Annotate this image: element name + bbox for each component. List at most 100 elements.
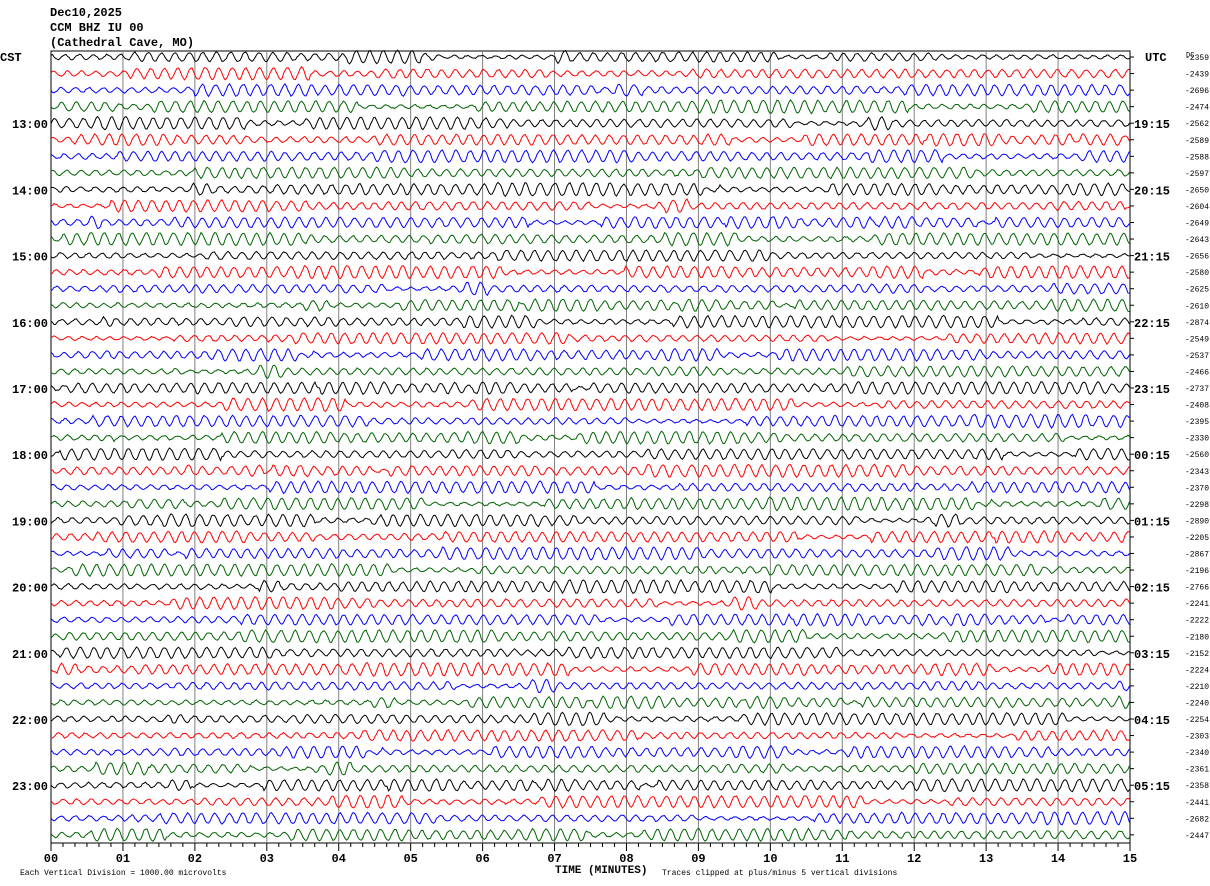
grid <box>50 50 1131 844</box>
traces <box>50 49 1130 842</box>
utc-time-label: 05:15 <box>1134 780 1170 794</box>
trace-row-20 <box>50 380 1130 396</box>
dc-offset-label: -2580 <box>1185 269 1209 278</box>
trace-row-28 <box>50 513 1130 528</box>
trace-row-36 <box>50 646 1130 660</box>
utc-time-label: 04:15 <box>1134 714 1170 728</box>
trace-row-12 <box>50 249 1130 263</box>
trace-row-41 <box>50 728 1130 743</box>
trace-row-8 <box>50 181 1130 198</box>
scale-note: Each Vertical Division = 1000.00 microvo… <box>20 869 227 878</box>
x-tick-label: 11 <box>835 852 849 866</box>
dc-offset-label: -2447 <box>1185 832 1209 841</box>
trace-row-23 <box>50 430 1130 445</box>
trace-row-31 <box>50 563 1130 578</box>
trace-row-16 <box>50 314 1130 330</box>
dc-offset-label: -2560 <box>1185 451 1209 460</box>
trace-row-34 <box>50 612 1130 627</box>
cst-axis-title: CST <box>0 51 22 65</box>
x-tick-label: 07 <box>547 852 561 866</box>
dc-offset-label: -2240 <box>1185 699 1209 708</box>
clip-note: Traces clipped at plus/minus 5 vertical … <box>662 869 897 878</box>
utc-time-label: 02:15 <box>1134 582 1170 596</box>
x-tick-label: 15 <box>1123 852 1137 866</box>
dc-offset-label: -2874 <box>1185 319 1209 328</box>
dc-offset-label: -2222 <box>1185 617 1209 626</box>
x-tick-label: 12 <box>907 852 921 866</box>
trace-row-27 <box>50 496 1130 512</box>
dc-offset-label: -2737 <box>1185 385 1209 394</box>
cst-time-label: 13:00 <box>12 118 48 132</box>
dc-offset-label: -2466 <box>1185 368 1209 377</box>
cst-time-label: 22:00 <box>12 714 48 728</box>
helicorder-chart: Dec10,2025 CCM BHZ IU 00 (Cathedral Cave… <box>0 6 1209 878</box>
dc-offset-label: -2330 <box>1185 435 1209 444</box>
dc-offset-label: -2588 <box>1185 153 1209 162</box>
trace-row-3 <box>50 98 1130 115</box>
trace-row-39 <box>50 695 1130 710</box>
x-tick-label: 13 <box>979 852 993 866</box>
cst-time-label: 16:00 <box>12 317 48 331</box>
x-tick-label: 06 <box>475 852 489 866</box>
trace-row-5 <box>50 132 1130 147</box>
dc-offset-label: -2549 <box>1185 335 1209 344</box>
cst-time-label: 20:00 <box>12 582 48 596</box>
trace-row-13 <box>50 264 1130 280</box>
dc-offset-label: -2439 <box>1185 71 1209 80</box>
trace-row-2 <box>50 82 1130 98</box>
utc-time-label: 21:15 <box>1134 251 1170 265</box>
cst-time-label: 17:00 <box>12 383 48 397</box>
utc-time-label: 01:15 <box>1134 515 1170 529</box>
dc-offset-label: -2589 <box>1185 137 1209 146</box>
dc-offset-label: -2441 <box>1185 799 1209 808</box>
dc-offset-label: -2180 <box>1185 633 1209 642</box>
dc-offset-label: -2343 <box>1185 468 1209 477</box>
trace-row-25 <box>50 463 1130 479</box>
x-tick-label: 09 <box>691 852 705 866</box>
dc-offset-label: -2656 <box>1185 253 1209 262</box>
trace-row-7 <box>51 166 1130 180</box>
trace-row-14 <box>50 281 1130 297</box>
dc-offset-label: -2340 <box>1185 749 1209 758</box>
utc-time-label: 20:15 <box>1134 184 1170 198</box>
trace-row-30 <box>50 545 1130 561</box>
utc-time-label: 03:15 <box>1134 648 1170 662</box>
trace-row-22 <box>50 413 1130 430</box>
utc-axis-title: UTC <box>1145 51 1167 65</box>
x-tick-label: 10 <box>763 852 777 866</box>
dc-offset-label: -2537 <box>1185 352 1209 361</box>
trace-row-45 <box>50 794 1130 809</box>
station-label: CCM BHZ IU 00 <box>50 21 144 35</box>
dc-offset-label: -2696 <box>1185 87 1209 96</box>
dc-offset-label: -2890 <box>1185 517 1209 526</box>
cst-time-label: 18:00 <box>12 449 48 463</box>
dc-offset-label: -2597 <box>1185 170 1209 179</box>
trace-row-1 <box>50 66 1130 81</box>
x-tick-label: 01 <box>116 852 130 866</box>
trace-row-47 <box>50 827 1130 842</box>
utc-time-label: 22:15 <box>1134 317 1170 331</box>
x-tick-label: 05 <box>403 852 417 866</box>
dc-offset-label: -2766 <box>1185 584 1209 593</box>
x-tick-label: 02 <box>188 852 202 866</box>
trace-row-18 <box>50 347 1130 362</box>
trace-row-40 <box>50 711 1130 727</box>
trace-row-38 <box>50 679 1130 694</box>
trace-row-21 <box>50 397 1130 413</box>
dc-offset-label: -2196 <box>1185 567 1209 576</box>
x-tick-label: 03 <box>260 852 274 866</box>
trace-row-26 <box>50 480 1130 495</box>
dc-offset-label: -2205 <box>1185 534 1209 543</box>
dc-offset-label: -2359 <box>1185 54 1209 63</box>
trace-row-17 <box>50 331 1130 345</box>
date-label: Dec10,2025 <box>50 6 122 20</box>
dc-offset-label: -2643 <box>1185 236 1209 245</box>
trace-row-44 <box>50 778 1130 793</box>
dc-offset-label: -2562 <box>1185 120 1209 129</box>
trace-row-19 <box>50 364 1130 380</box>
dc-offset-label: -2682 <box>1185 815 1209 824</box>
dc-offset-label: -2649 <box>1185 220 1209 229</box>
trace-row-6 <box>50 148 1130 164</box>
dc-offset-label: -2474 <box>1185 104 1209 113</box>
dc-offset-label: -2254 <box>1185 716 1209 725</box>
